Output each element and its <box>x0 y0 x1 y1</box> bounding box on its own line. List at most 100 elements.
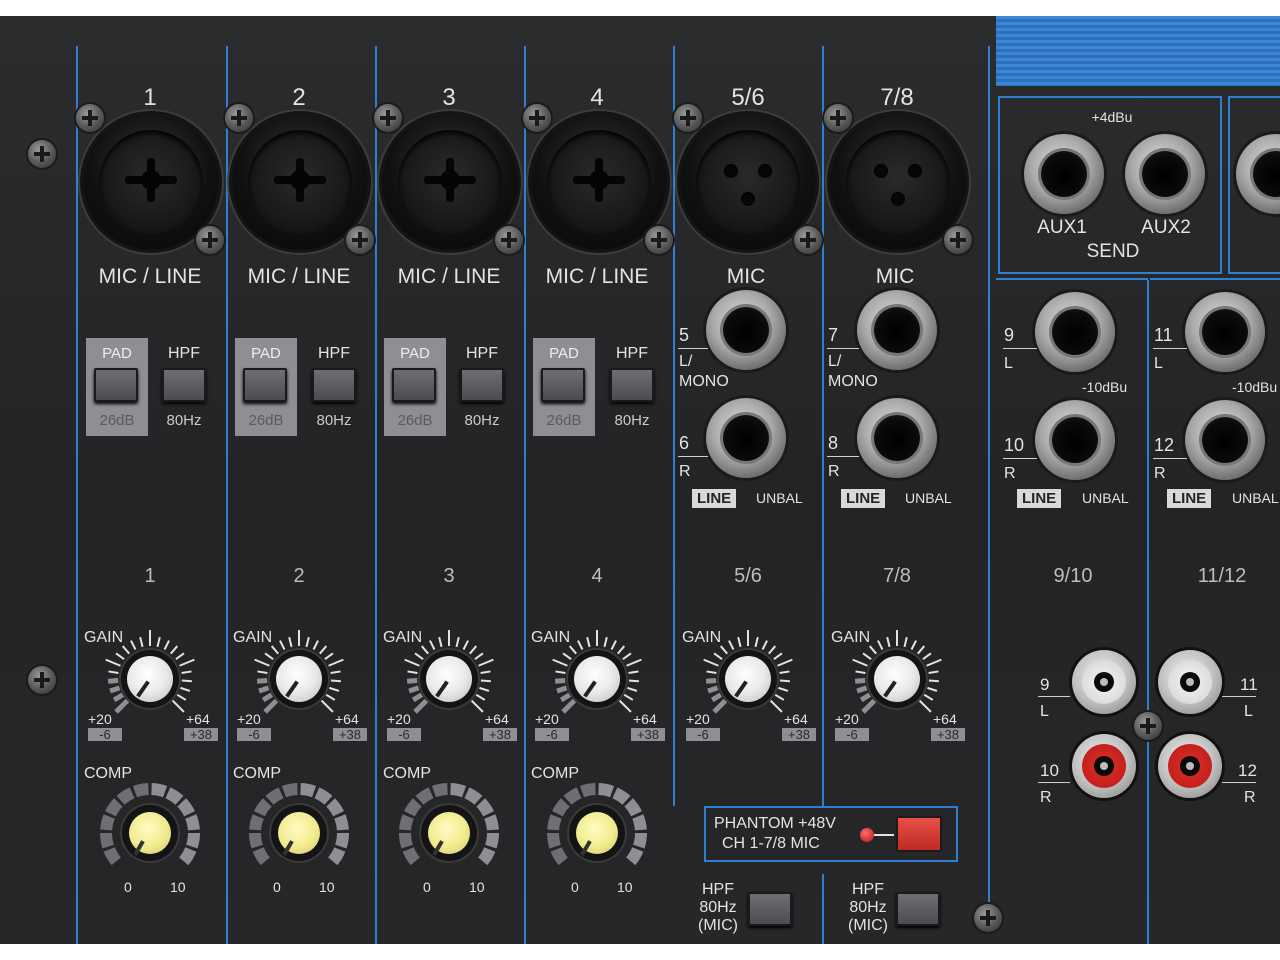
unbal-label: UNBAL <box>1232 490 1279 506</box>
comp-segment <box>252 847 270 866</box>
gain-tick <box>254 658 270 667</box>
gain-pad-max-label: +38 <box>931 728 965 741</box>
hpf-mic-button-7-8[interactable] <box>896 892 940 926</box>
jack-sub: L <box>1154 355 1163 372</box>
gain-tick <box>408 685 420 694</box>
hpf-button[interactable] <box>460 368 504 402</box>
combo-jack-4[interactable] <box>531 114 667 250</box>
comp-segment <box>632 814 647 831</box>
hpf-button[interactable] <box>312 368 356 402</box>
pad-button[interactable] <box>94 368 138 402</box>
hpf-mic-button-5-6[interactable] <box>748 892 792 926</box>
gain-tick <box>561 698 577 714</box>
aux-level: +4dBu <box>1091 109 1133 125</box>
xlr-jack-5-6[interactable] <box>680 114 816 250</box>
comp-segment <box>105 798 123 817</box>
comp-knob[interactable] <box>129 812 171 856</box>
knob-indicator <box>435 680 449 698</box>
aux2-jack[interactable] <box>1125 134 1205 214</box>
line-jack-11[interactable] <box>1185 292 1265 372</box>
hpf-button[interactable] <box>162 368 206 402</box>
gain-pad-max-label: +38 <box>631 728 665 741</box>
gain-tick <box>861 698 877 714</box>
gain-tick <box>170 645 179 655</box>
combo-jack-3[interactable] <box>382 114 518 250</box>
pad-button[interactable] <box>541 368 585 402</box>
unbal-label: UNBAL <box>1082 490 1129 506</box>
gain-tick <box>175 652 185 660</box>
screw <box>495 226 523 254</box>
line-jack-8[interactable] <box>857 398 937 478</box>
gain-tick <box>279 640 286 650</box>
gain-knob[interactable] <box>574 656 620 702</box>
screw <box>28 140 56 168</box>
gain-tick <box>577 640 584 650</box>
gain-tick <box>270 645 279 655</box>
gain-knob[interactable] <box>276 656 322 702</box>
line-badge: LINE <box>841 489 886 508</box>
rca-jack-9[interactable] <box>1072 650 1136 714</box>
rca-jack-11[interactable] <box>1158 650 1222 714</box>
gain-tick <box>181 679 192 683</box>
gain-knob[interactable] <box>426 656 472 702</box>
comp-segment <box>404 798 422 817</box>
comp-segment <box>399 833 413 849</box>
line-jack-7[interactable] <box>857 290 937 370</box>
comp-segment <box>151 783 168 798</box>
pad-button[interactable] <box>243 368 287 402</box>
phantom-button[interactable] <box>896 816 942 852</box>
gain-tick <box>263 698 279 714</box>
hpf-value: 80Hz <box>166 412 202 429</box>
line-jack-6[interactable] <box>706 398 786 478</box>
comp-segment <box>100 814 115 831</box>
line-jack-12[interactable] <box>1185 400 1265 480</box>
gain-pad-min-label: -6 <box>686 728 720 741</box>
combo-jack-1[interactable] <box>83 114 219 250</box>
gain-tick <box>404 658 420 667</box>
gain-tick <box>470 699 484 713</box>
jack-sub: L <box>1004 355 1013 372</box>
hpf-mic-freq: 80Hz <box>849 899 887 916</box>
line-jack-10[interactable] <box>1035 400 1115 480</box>
line-jack-5[interactable] <box>706 290 786 370</box>
strip-number: 4 <box>591 565 603 587</box>
comp-knob[interactable] <box>278 812 320 856</box>
gain-tick <box>559 692 572 703</box>
gain-knob[interactable] <box>874 656 920 702</box>
gain-pad-min-label: -6 <box>237 728 271 741</box>
combo-jack-2[interactable] <box>232 114 368 250</box>
hpf-button[interactable] <box>610 368 654 402</box>
input-label: MIC / LINE <box>545 265 649 288</box>
rca-jack-10[interactable] <box>1072 734 1136 798</box>
knob-indicator <box>285 680 299 698</box>
comp-knob[interactable] <box>576 812 618 856</box>
aux1-jack[interactable] <box>1024 134 1104 214</box>
xlr-jack-7-8[interactable] <box>830 114 966 250</box>
pad-value: 26dB <box>248 412 284 429</box>
gain-pad-min-label: -6 <box>88 728 122 741</box>
gain-tick <box>328 658 344 667</box>
line-jack-9[interactable] <box>1035 292 1115 372</box>
hpf-value: 80Hz <box>316 412 352 429</box>
gain-tick <box>258 685 270 694</box>
pad-button[interactable] <box>392 368 436 402</box>
jack-rule <box>827 456 859 457</box>
comp-min-label: 0 <box>124 879 132 895</box>
gain-knob[interactable] <box>127 656 173 702</box>
gain-tick <box>926 658 942 667</box>
gain-knob[interactable] <box>725 656 771 702</box>
gain-tick <box>603 636 608 648</box>
rca-jack-12[interactable] <box>1158 734 1222 798</box>
channel-number: 4 <box>590 84 604 111</box>
gain-tick <box>568 645 577 655</box>
gain-tick <box>712 698 728 714</box>
screw <box>1134 712 1162 740</box>
rca-sub: R <box>1040 789 1052 806</box>
comp-knob[interactable] <box>428 812 470 856</box>
jack-number: 7 <box>828 325 839 345</box>
gain-tick <box>305 636 310 648</box>
comp-segment <box>415 787 434 805</box>
gain-tick <box>928 670 939 674</box>
comp-segment <box>624 798 642 817</box>
hpf-mic-sub: (MIC) <box>848 917 888 934</box>
